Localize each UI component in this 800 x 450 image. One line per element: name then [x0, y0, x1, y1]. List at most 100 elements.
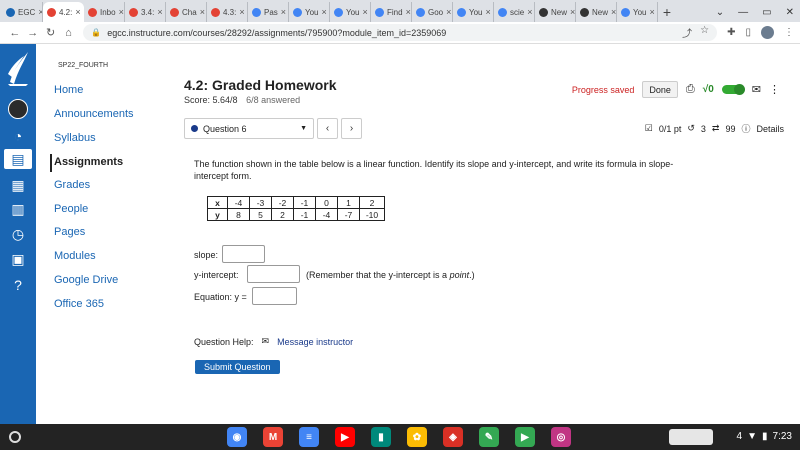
- bookmark-star-icon[interactable]: ☆: [700, 25, 709, 40]
- slope-input[interactable]: [222, 245, 265, 263]
- close-tab-icon[interactable]: ×: [611, 7, 616, 17]
- course-nav-office-365[interactable]: Office 365: [54, 298, 104, 310]
- score-line: Score: 5.64/8 6/8 answered: [184, 95, 300, 105]
- close-icon[interactable]: ✕: [786, 7, 794, 18]
- print-icon[interactable]: ⎙: [686, 83, 695, 96]
- close-tab-icon[interactable]: ×: [239, 7, 244, 17]
- extensions-icon[interactable]: ✚: [727, 27, 735, 38]
- done-button[interactable]: Done: [642, 81, 678, 98]
- courses-icon[interactable]: ▤: [4, 149, 32, 169]
- browser-tab[interactable]: New ×: [576, 2, 617, 22]
- course-nav-pages[interactable]: Pages: [54, 226, 85, 238]
- browser-tab[interactable]: New ×: [535, 2, 576, 22]
- institution-logo[interactable]: [6, 48, 30, 88]
- browser-tab[interactable]: Goo ×: [412, 2, 453, 22]
- browser-tab[interactable]: EGC×: [2, 2, 43, 22]
- close-tab-icon[interactable]: ×: [486, 7, 491, 17]
- app-green-app-icon[interactable]: ✎: [479, 427, 499, 447]
- browser-tab[interactable]: Inbo ×: [84, 2, 125, 22]
- tab-favicon-icon: [129, 7, 138, 17]
- gmail-app-icon[interactable]: M: [263, 427, 283, 447]
- close-tab-icon[interactable]: ×: [119, 7, 124, 17]
- close-tab-icon[interactable]: ×: [570, 7, 575, 17]
- forward-icon[interactable]: →: [24, 27, 42, 39]
- tab-label: EGC: [18, 7, 36, 17]
- browser-tab[interactable]: You ×: [453, 2, 494, 22]
- close-tab-icon[interactable]: ×: [157, 7, 162, 17]
- launcher-icon[interactable]: [9, 431, 21, 443]
- new-tab-button[interactable]: +: [658, 2, 676, 22]
- info-icon[interactable]: ⓘ: [741, 122, 750, 135]
- close-tab-icon[interactable]: ×: [406, 7, 411, 17]
- message-instructor-link[interactable]: Message instructor: [277, 337, 353, 347]
- close-tab-icon[interactable]: ×: [650, 7, 655, 17]
- chevron-down-icon[interactable]: ⌄: [716, 7, 724, 18]
- photos-app-icon[interactable]: ✿: [407, 427, 427, 447]
- close-tab-icon[interactable]: ×: [281, 7, 286, 17]
- close-tab-icon[interactable]: ×: [527, 7, 532, 17]
- docs-app-icon[interactable]: ≡: [299, 427, 319, 447]
- submit-question-button[interactable]: Submit Question: [195, 360, 280, 374]
- close-tab-icon[interactable]: ×: [363, 7, 368, 17]
- course-nav-syllabus[interactable]: Syllabus: [54, 132, 96, 144]
- meet-app-icon[interactable]: ▮: [371, 427, 391, 447]
- browser-menu-icon[interactable]: ⋮: [784, 27, 794, 38]
- course-nav-grades[interactable]: Grades: [54, 179, 90, 191]
- course-nav-announcements[interactable]: Announcements: [54, 108, 134, 120]
- course-nav-home[interactable]: Home: [54, 84, 83, 96]
- maximize-icon[interactable]: ▭: [762, 7, 771, 18]
- chrome-app-icon[interactable]: ◉: [227, 427, 247, 447]
- help-icon[interactable]: ?: [8, 275, 28, 295]
- reload-icon[interactable]: ↻: [42, 26, 60, 39]
- app-red-app-icon[interactable]: ◈: [443, 427, 463, 447]
- close-tab-icon[interactable]: ×: [75, 7, 80, 17]
- question-select[interactable]: Question 6 ▼: [184, 118, 314, 139]
- course-nav-google-drive[interactable]: Google Drive: [54, 274, 118, 286]
- minimize-icon[interactable]: —: [738, 7, 748, 18]
- course-nav-modules[interactable]: Modules: [54, 250, 96, 262]
- studio-icon[interactable]: ▣: [8, 249, 28, 269]
- address-bar[interactable]: 🔒 egcc.instructure.com/courses/28292/ass…: [83, 24, 718, 41]
- browser-tab[interactable]: You ×: [289, 2, 330, 22]
- browser-tab[interactable]: You ×: [617, 2, 658, 22]
- share-icon[interactable]: ⤴: [682, 25, 692, 40]
- history-icon[interactable]: ◷: [8, 224, 28, 244]
- y-intercept-input[interactable]: [247, 265, 300, 283]
- sidepanel-icon[interactable]: ▯: [746, 27, 752, 38]
- account-avatar-icon[interactable]: [8, 99, 28, 119]
- dashboard-icon[interactable]: ◔: [8, 126, 28, 146]
- profile-avatar[interactable]: [761, 26, 775, 39]
- browser-tab[interactable]: scie ×: [494, 2, 535, 22]
- browser-tab[interactable]: You ×: [330, 2, 371, 22]
- tray-thumbnail[interactable]: [669, 429, 713, 445]
- home-icon[interactable]: ⌂: [59, 27, 77, 39]
- course-nav-people[interactable]: People: [54, 203, 88, 215]
- browser-tab[interactable]: 4.2: ×: [43, 2, 84, 22]
- more-menu-icon[interactable]: ⋮: [769, 83, 780, 96]
- course-nav-assignments[interactable]: Assignments: [54, 156, 123, 168]
- inbox-icon[interactable]: ▥: [8, 199, 28, 219]
- calendar-icon[interactable]: ▦: [8, 175, 28, 195]
- youtube-app-icon[interactable]: ▶: [335, 427, 355, 447]
- browser-tab[interactable]: 3.4: ×: [125, 2, 166, 22]
- close-tab-icon[interactable]: ×: [200, 7, 205, 17]
- previous-question-button[interactable]: ‹: [317, 118, 338, 139]
- browser-tab[interactable]: Pas ×: [248, 2, 289, 22]
- close-tab-icon[interactable]: ×: [446, 7, 451, 17]
- browser-tab[interactable]: Cha ×: [166, 2, 207, 22]
- equation-input[interactable]: [252, 287, 297, 305]
- mail-icon[interactable]: ✉: [752, 83, 761, 96]
- browser-tab[interactable]: Find ×: [371, 2, 412, 22]
- back-icon[interactable]: ←: [6, 27, 24, 39]
- play-store-app-icon[interactable]: ▶: [515, 427, 535, 447]
- details-link[interactable]: Details: [756, 124, 784, 134]
- close-tab-icon[interactable]: ×: [322, 7, 327, 17]
- next-question-button[interactable]: ›: [341, 118, 362, 139]
- question-meta: ☑ 0/1 pt ↺ 3 ⇄ 99 ⓘ Details: [645, 122, 784, 135]
- lock-icon[interactable]: 🔒: [91, 28, 101, 37]
- table-cell: 2: [359, 196, 385, 209]
- math-input-toggle[interactable]: [721, 84, 745, 95]
- status-area[interactable]: 4 ▼ ▮ 7:23: [737, 431, 792, 442]
- browser-tab[interactable]: 4.3: ×: [207, 2, 248, 22]
- instagram-app-icon[interactable]: ◎: [551, 427, 571, 447]
